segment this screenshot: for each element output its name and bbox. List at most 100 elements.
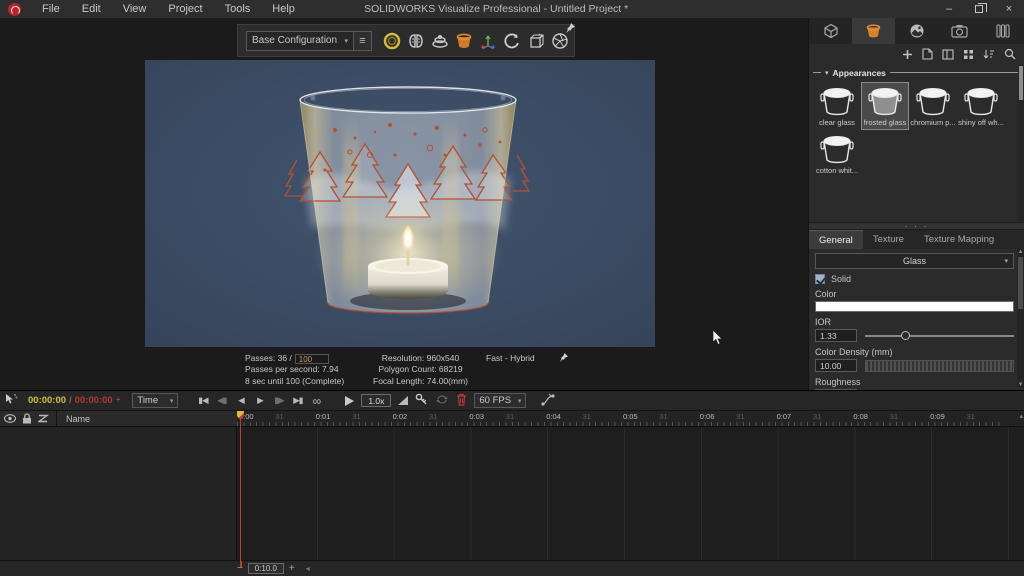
chevron-down-icon: ▾ — [1004, 257, 1008, 265]
scroll-up-icon[interactable]: ▲ — [1017, 249, 1024, 255]
name-column-header: Name — [66, 414, 90, 424]
appearance-chromium[interactable]: chromium p... — [909, 82, 957, 130]
sort-icon[interactable] — [983, 49, 995, 60]
timeline-ruler[interactable]: 0:0031 0:0131 0:0231 0:0331 0:0431 0:053… — [237, 411, 1024, 427]
playback-ramp-icon[interactable] — [345, 396, 354, 406]
chevron-down-icon: ▾ — [344, 37, 348, 45]
solid-checkbox[interactable] — [815, 274, 825, 284]
properties-scrollbar[interactable]: ▲ ▼ — [1017, 249, 1024, 388]
property-tabs: General Texture Texture Mapping — [809, 230, 1024, 249]
timeline-zoom-in-button[interactable]: + — [289, 563, 295, 574]
tab-models[interactable] — [809, 18, 852, 44]
menu-tools[interactable]: Tools — [214, 0, 262, 18]
transport-controls: ▮◀ ◀▮ ◀ ▶ ▮▶ ▶▮ ∞ — [194, 393, 325, 409]
timecode-marker: + — [116, 395, 121, 406]
move-tool-icon[interactable] — [476, 28, 500, 54]
add-appearance-icon[interactable] — [902, 49, 913, 60]
material-type-label: Glass — [903, 256, 926, 266]
ease-curve-icon[interactable] — [398, 396, 408, 405]
passes-label: Passes: 36 / — [245, 353, 292, 364]
skip-to-end-button[interactable]: ▶▮ — [289, 393, 306, 409]
tab-films[interactable] — [981, 18, 1024, 44]
menu-help[interactable]: Help — [261, 0, 306, 18]
appearance-cotton-white[interactable]: cotton whit... — [813, 130, 861, 178]
color-label: Color — [815, 289, 1014, 299]
ior-slider[interactable] — [865, 329, 1014, 342]
delete-keyframe-icon[interactable] — [456, 393, 467, 409]
environment-icon[interactable] — [428, 28, 452, 54]
next-frame-button[interactable]: ▮▶ — [270, 393, 287, 409]
playhead[interactable] — [240, 411, 241, 561]
select-tool-icon[interactable] — [4, 392, 18, 409]
menu-view[interactable]: View — [112, 0, 158, 18]
ruler-scroll-up-icon[interactable]: ▴ — [1019, 412, 1023, 420]
time-mode-select[interactable]: Time ▾ — [132, 393, 178, 408]
pin-icon[interactable] — [564, 21, 576, 39]
auto-key-loop-icon[interactable] — [435, 394, 449, 408]
restore-button[interactable] — [964, 0, 994, 18]
minimize-button[interactable]: – — [934, 0, 964, 18]
rotate-tool-icon[interactable] — [500, 28, 524, 54]
fps-select[interactable]: 60 FPS ▾ — [474, 393, 526, 408]
thumbnail-size-icon[interactable] — [963, 49, 974, 60]
lock-icon[interactable] — [20, 413, 33, 424]
menu-edit[interactable]: Edit — [71, 0, 112, 18]
playback-speed-input[interactable]: 1.0x — [361, 394, 391, 407]
play-backward-button[interactable]: ◀ — [232, 393, 249, 409]
panel-splitter[interactable]: · · · — [809, 222, 1024, 230]
split-view-icon[interactable] — [942, 49, 954, 60]
appearance-label: shiny off wh... — [958, 118, 1004, 127]
stats-passes-column: Passes: 36 / 100 Passes per second: 7.94… — [237, 350, 355, 386]
tab-cameras[interactable] — [938, 18, 981, 44]
loop-playback-button[interactable]: ∞ — [308, 393, 325, 409]
visibility-eye-icon[interactable] — [3, 414, 16, 423]
menu-project[interactable]: Project — [157, 0, 213, 18]
menu-file[interactable]: File — [31, 0, 71, 18]
zigzag-filter-icon[interactable] — [37, 414, 50, 423]
pin-icon[interactable] — [558, 352, 569, 366]
material-type-select[interactable]: Glass ▾ — [815, 253, 1014, 269]
close-button[interactable]: × — [994, 0, 1024, 18]
scroll-down-icon[interactable]: ▼ — [1017, 382, 1024, 388]
color-swatch[interactable] — [815, 301, 1014, 312]
appearance-frosted-glass[interactable]: frosted glass — [861, 82, 909, 130]
transform-tool-icon[interactable] — [524, 28, 548, 54]
render-viewport[interactable] — [145, 60, 655, 347]
app-logo-icon — [8, 3, 21, 16]
color-density-input[interactable]: 10.00 — [815, 359, 857, 372]
configuration-select[interactable]: Base Configuration ▾ — [246, 31, 354, 51]
play-button[interactable]: ▶ — [251, 393, 268, 409]
tab-general[interactable]: General — [809, 230, 863, 249]
color-density-slider[interactable] — [865, 360, 1014, 372]
tab-texture-mapping[interactable]: Texture Mapping — [914, 230, 1004, 249]
previous-frame-button[interactable]: ◀▮ — [213, 393, 230, 409]
mouse-cursor — [712, 330, 725, 351]
tab-environments[interactable] — [895, 18, 938, 44]
appearance-label: frosted glass — [864, 118, 907, 127]
render-mode-icon[interactable] — [380, 28, 404, 54]
timeline-panel: 00:00:00 / 00:00:00 + Time ▾ ▮◀ ◀▮ ◀ ▶ ▮… — [0, 390, 1024, 576]
appearance-label: clear glass — [819, 118, 855, 127]
appearances-header[interactable]: ▾ Appearances — [813, 66, 1020, 79]
import-icon[interactable] — [922, 48, 933, 60]
appearances-scrollbar[interactable] — [1018, 64, 1024, 222]
curve-editor-icon[interactable] — [541, 393, 555, 409]
tab-appearances[interactable] — [852, 18, 895, 44]
keyframe-key-icon[interactable] — [415, 393, 428, 409]
passes-limit-input[interactable]: 100 — [295, 354, 329, 364]
timeline-zoom-value[interactable]: 0:10.0 — [248, 563, 284, 574]
ior-value-input[interactable]: 1.33 — [815, 329, 857, 342]
configuration-menu-button[interactable]: ≡ — [354, 31, 372, 51]
scroll-left-icon[interactable]: ◂ — [306, 564, 310, 573]
denoiser-icon[interactable] — [404, 28, 428, 54]
skip-to-start-button[interactable]: ▮◀ — [194, 393, 211, 409]
tab-texture[interactable]: Texture — [863, 230, 914, 249]
time-mode-label: Time — [137, 395, 158, 406]
appearance-clear-glass[interactable]: clear glass — [813, 82, 861, 130]
appearance-shiny-off-white[interactable]: shiny off wh... — [957, 82, 1005, 130]
total-time: 00:00:00 — [75, 395, 113, 406]
appearances-icon[interactable] — [452, 28, 476, 54]
search-icon[interactable] — [1004, 48, 1016, 60]
collapse-arrow-icon: ▾ — [825, 69, 829, 77]
column-divider — [56, 411, 57, 427]
